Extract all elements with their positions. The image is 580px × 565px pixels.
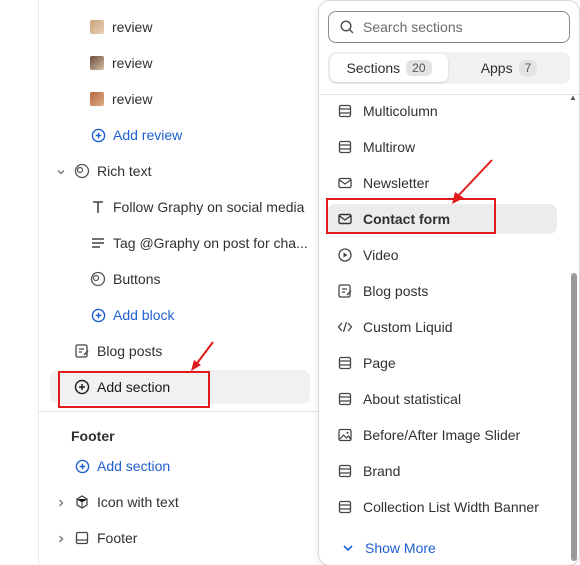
picker-item-label: Newsletter (363, 175, 430, 191)
tree-block-tag[interactable]: Tag @Graphy on post for cha... (89, 231, 308, 255)
rich-text-icon (73, 162, 91, 180)
picker-item-custom-liquid[interactable]: Custom Liquid (327, 312, 557, 342)
columns-icon (337, 103, 353, 119)
envelope-icon (337, 175, 353, 191)
picker-item-label: Collection List Width Banner (363, 499, 539, 515)
tree-item-label: review (112, 91, 153, 107)
picker-item-label: Page (363, 355, 396, 371)
tree-section-footer[interactable]: Footer (73, 526, 137, 550)
tab-label: Sections (346, 60, 401, 76)
expand-chevron-icon[interactable] (54, 496, 68, 510)
annotation-arrow-icon (191, 341, 214, 371)
add-block-label: Add block (113, 307, 175, 323)
tree-rail (38, 0, 39, 565)
chevron-down-icon (341, 541, 355, 555)
tab-apps[interactable]: Apps 7 (450, 54, 568, 82)
search-sections-input[interactable]: Search sections (328, 11, 570, 43)
search-placeholder: Search sections (363, 19, 463, 35)
section-tree-panel: review review review Add review Rich tex… (0, 0, 320, 565)
add-review-link[interactable]: Add review (89, 123, 182, 147)
picker-item-label: Before/After Image Slider (363, 427, 521, 443)
tab-label: Apps (480, 60, 513, 76)
annotation-box (58, 371, 210, 408)
picker-item-brand[interactable]: Brand (327, 456, 557, 486)
collapse-chevron-icon[interactable] (54, 165, 68, 179)
scroll-up-arrow-icon[interactable]: ▲ (569, 93, 577, 102)
layout-icon (337, 499, 353, 515)
blog-icon (73, 342, 91, 360)
tabs-divider (319, 94, 579, 95)
picker-item-label: Video (363, 247, 399, 263)
add-review-label: Add review (113, 127, 183, 143)
box-icon (73, 493, 91, 511)
show-more-button[interactable]: Show More (341, 537, 436, 559)
plus-circle-icon (89, 306, 107, 324)
add-block-link[interactable]: Add block (89, 303, 174, 327)
tab-sections[interactable]: Sections 20 (330, 54, 448, 82)
layout-icon (73, 529, 91, 547)
tree-section-label: Blog posts (97, 343, 163, 359)
layout-icon (337, 463, 353, 479)
tree-block-label: Follow Graphy on social media (113, 199, 305, 215)
footer-group-heading: Footer (71, 428, 115, 444)
section-divider (38, 411, 320, 412)
picker-item-label: Multicolumn (363, 103, 438, 119)
picker-item-label: Multirow (363, 139, 416, 155)
tree-item-review-1[interactable]: review (90, 15, 152, 39)
picker-item-before-after-slider[interactable]: Before/After Image Slider (327, 420, 557, 450)
section-picker-popover: Search sections Sections 20 Apps 7 Multi… (318, 0, 580, 565)
tree-section-blog-posts[interactable]: Blog posts (73, 339, 162, 363)
tree-section-label: Footer (97, 530, 138, 546)
tree-block-label: Buttons (113, 271, 161, 287)
play-icon (337, 247, 353, 263)
code-icon (337, 319, 353, 335)
tree-item-label: review (112, 19, 153, 35)
tree-block-follow[interactable]: Follow Graphy on social media (89, 195, 304, 219)
plus-circle-icon (89, 126, 107, 144)
blog-icon (337, 283, 353, 299)
tree-section-icon-with-text[interactable]: Icon with text (73, 490, 179, 514)
picker-item-multirow[interactable]: Multirow (327, 132, 557, 162)
tab-count-badge: 20 (406, 60, 432, 76)
rows-icon (337, 139, 353, 155)
picker-item-collection-list-banner[interactable]: Collection List Width Banner (327, 492, 557, 522)
expand-chevron-icon[interactable] (54, 532, 68, 546)
picker-item-label: Blog posts (363, 283, 429, 299)
layout-icon (337, 391, 353, 407)
picker-item-label: About statistical (363, 391, 462, 407)
tree-block-buttons[interactable]: Buttons (89, 267, 160, 291)
picker-item-multicolumn[interactable]: Multicolumn (327, 96, 557, 126)
tree-section-label: Icon with text (97, 494, 179, 510)
picker-item-label: Brand (363, 463, 401, 479)
review-thumbnail-icon (90, 92, 104, 106)
tab-count-badge: 7 (518, 60, 538, 76)
review-thumbnail-icon (90, 56, 104, 70)
tree-item-review-2[interactable]: review (90, 51, 152, 75)
button-icon (89, 270, 107, 288)
picker-item-label: Custom Liquid (363, 319, 453, 335)
tree-section-rich-text[interactable]: Rich text (73, 159, 151, 183)
footer-add-section-link[interactable]: Add section (73, 454, 170, 478)
picker-item-newsletter[interactable]: Newsletter (327, 168, 557, 198)
add-section-label: Add section (97, 458, 171, 474)
tree-section-label: Rich text (97, 163, 152, 179)
picker-item-blog-posts[interactable]: Blog posts (327, 276, 557, 306)
tree-item-label: review (112, 55, 153, 71)
picker-item-video[interactable]: Video (327, 240, 557, 270)
show-more-label: Show More (365, 540, 436, 556)
text-icon (89, 198, 107, 216)
tree-block-label: Tag @Graphy on post for cha... (113, 235, 308, 251)
picker-item-page[interactable]: Page (327, 348, 557, 378)
image-icon (337, 427, 353, 443)
plus-circle-icon (73, 457, 91, 475)
paragraph-icon (89, 234, 107, 252)
annotation-arrow-icon (452, 159, 493, 204)
search-icon (339, 19, 355, 35)
picker-tabs: Sections 20 Apps 7 (328, 52, 570, 84)
layout-icon (337, 355, 353, 371)
picker-item-about-statistical[interactable]: About statistical (327, 384, 557, 414)
review-thumbnail-icon (90, 20, 104, 34)
tree-item-review-3[interactable]: review (90, 87, 152, 111)
scrollbar-thumb[interactable] (571, 273, 577, 561)
